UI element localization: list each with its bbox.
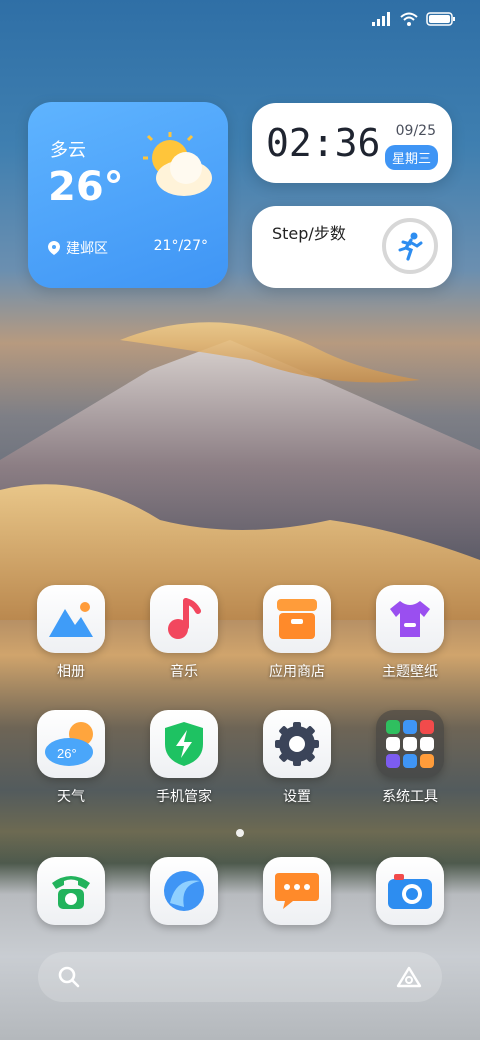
- app-settings[interactable]: 设置: [247, 710, 347, 806]
- clock-widget[interactable]: 02:36 09/25 星期三: [252, 103, 452, 183]
- location-pin-icon: [48, 241, 60, 255]
- gallery-icon: [37, 585, 105, 653]
- folder-icon: [376, 710, 444, 778]
- music-icon: [150, 585, 218, 653]
- battery-icon: [426, 12, 455, 26]
- clock-time: 02:36: [266, 121, 381, 165]
- search-icon[interactable]: [58, 966, 80, 988]
- app-security[interactable]: 手机管家: [134, 710, 234, 806]
- weather-icon-temp: 26°: [57, 746, 77, 761]
- running-person-icon: [398, 232, 423, 261]
- dock-phone[interactable]: [21, 857, 121, 925]
- app-app-store[interactable]: 应用商店: [247, 585, 347, 681]
- home-screen: 多云 26° 建邺区 21°/27° 02:36 09/25 星期三 Step/…: [0, 0, 480, 1040]
- steps-progress-ring: [382, 218, 438, 274]
- browser-icon: [150, 857, 218, 925]
- weather-condition: 多云: [50, 140, 86, 161]
- app-label: 相册: [57, 664, 85, 680]
- weather-temperature: 26°: [48, 164, 124, 210]
- phone-icon: [37, 857, 105, 925]
- app-label: 系统工具: [382, 789, 438, 805]
- search-bar[interactable]: [38, 952, 442, 1002]
- messages-icon: [263, 857, 331, 925]
- app-label: 音乐: [170, 664, 198, 680]
- page-indicator[interactable]: [236, 829, 244, 837]
- wallpaper-mountain: [0, 322, 480, 620]
- app-theme[interactable]: 主题壁纸: [360, 585, 460, 681]
- weather-widget[interactable]: 多云 26° 建邺区 21°/27°: [28, 102, 228, 288]
- app-label: 设置: [283, 789, 311, 805]
- assistant-icon[interactable]: [396, 966, 422, 988]
- clock-date: 09/25: [395, 123, 436, 139]
- app-label: 主题壁纸: [382, 664, 438, 680]
- steps-widget[interactable]: Step/步数: [252, 206, 452, 288]
- camera-icon: [376, 857, 444, 925]
- app-label: 应用商店: [269, 664, 325, 680]
- temperature-range: 21°/27°: [153, 238, 208, 254]
- weather-location: 建邺区: [48, 238, 108, 258]
- wifi-icon: [400, 12, 418, 26]
- weather-icon: 26°: [37, 710, 105, 778]
- app-music[interactable]: 音乐: [134, 585, 234, 681]
- clock-weekday: 星期三: [384, 145, 438, 170]
- partly-cloudy-icon: [143, 132, 212, 196]
- app-gallery[interactable]: 相册: [21, 585, 121, 681]
- cellular-signal-icon: [372, 12, 390, 26]
- status-bar: [372, 12, 456, 26]
- app-store-icon: [263, 585, 331, 653]
- app-weather[interactable]: 26° 天气: [21, 710, 121, 806]
- app-folder-system-tools[interactable]: 系统工具: [360, 710, 460, 806]
- app-label: 手机管家: [156, 789, 212, 805]
- app-label: 天气: [57, 789, 85, 805]
- dock-messages[interactable]: [247, 857, 347, 925]
- settings-gear-icon: [263, 710, 331, 778]
- location-label: 建邺区: [66, 241, 108, 257]
- security-shield-icon: [150, 710, 218, 778]
- dock-camera[interactable]: [360, 857, 460, 925]
- dock-browser[interactable]: [134, 857, 234, 925]
- steps-label: Step/步数: [272, 224, 346, 243]
- theme-icon: [376, 585, 444, 653]
